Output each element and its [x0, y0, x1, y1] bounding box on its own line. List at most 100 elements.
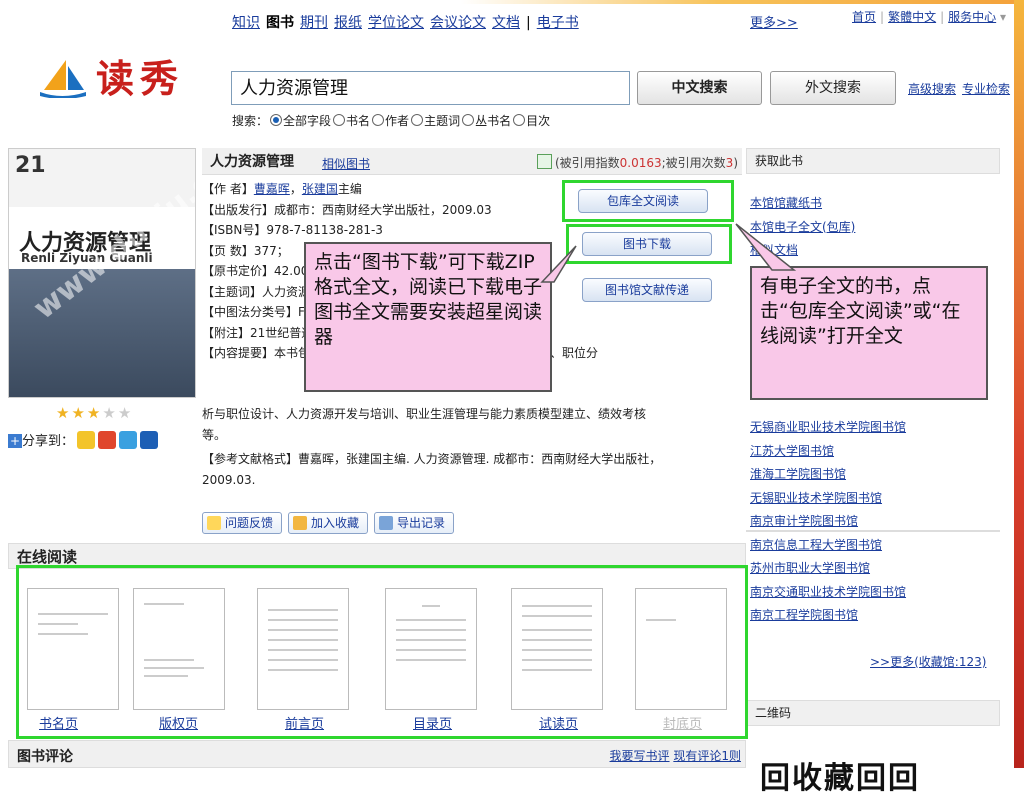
library-link[interactable]: 江苏大学图书馆: [750, 444, 834, 458]
logo-text: 读秀: [96, 56, 185, 101]
nav-journals[interactable]: 期刊: [300, 15, 328, 31]
nav-theses[interactable]: 学位论文: [368, 15, 424, 31]
pengyou-icon[interactable]: [119, 431, 138, 449]
chinese-search-button[interactable]: 中文搜索: [637, 71, 762, 105]
cover-band: [9, 269, 195, 397]
share-label: 分享到：: [22, 434, 75, 449]
qzone-icon[interactable]: [77, 431, 96, 449]
more-libraries-link[interactable]: >>更多(收藏馆:123): [870, 653, 986, 670]
library-link[interactable]: 苏州市职业大学图书馆: [750, 561, 870, 575]
plus-icon[interactable]: +: [8, 434, 22, 448]
page-thumbnail[interactable]: [27, 588, 119, 710]
library-link[interactable]: 南京工程学院图书馆: [750, 608, 858, 622]
citation-info: (被引用指数0.0163;被引用次数3): [536, 153, 738, 174]
library-link[interactable]: 淮海工学院图书馆: [750, 467, 846, 481]
scope-label: 搜索：: [232, 114, 269, 128]
page-label-trial[interactable]: 试读页: [539, 713, 578, 732]
advanced-search-link[interactable]: 高级搜索: [908, 82, 956, 96]
cite-mid: ;被引用次数: [661, 156, 726, 170]
professional-search-link[interactable]: 专业检索: [962, 82, 1010, 96]
book-actions: 问题反馈 加入收藏 导出记录: [202, 512, 460, 534]
pencil-icon: [207, 516, 221, 530]
cite-suffix: ): [733, 156, 738, 170]
reference-line-1: 【参考文献格式】曹嘉晖，张建国主编. 人力资源管理. 成都市：西南财经大学出版社…: [202, 452, 662, 466]
traditional-chinese-link[interactable]: 繁體中文: [888, 10, 936, 24]
star-empty-icon: ★: [102, 404, 118, 422]
callout-arrow-icon: [540, 245, 577, 283]
service-center-link[interactable]: 服务中心: [948, 10, 996, 24]
home-link[interactable]: 首页: [852, 10, 876, 24]
feedback-button[interactable]: 问题反馈: [202, 512, 283, 534]
get-book-header: 获取此书: [746, 148, 1000, 174]
foreign-search-button[interactable]: 外文搜索: [770, 71, 896, 105]
radio-label: 目次: [526, 114, 551, 128]
page-label-copyright[interactable]: 版权页: [159, 713, 198, 732]
read-full-button[interactable]: 包库全文阅读: [578, 189, 708, 213]
paper-holdings-link[interactable]: 本馆馆藏纸书: [750, 196, 822, 210]
radio-contents[interactable]: [513, 114, 526, 126]
copy-icon[interactable]: [536, 154, 552, 169]
author-link[interactable]: 曹嘉晖: [254, 182, 290, 196]
share-bar: + 分享到：: [8, 430, 159, 449]
summary-continued: 析与职位设计、人力资源开发与培训、职业生涯管理与能力素质模型建立、绩效考核 等。…: [202, 404, 661, 490]
qr-code-text: 回收藏回回: [760, 761, 920, 796]
nav-newspapers[interactable]: 报纸: [334, 15, 362, 31]
star-icon: ★: [56, 404, 72, 422]
radio-label: 书名: [346, 114, 371, 128]
favorite-button[interactable]: 加入收藏: [288, 512, 369, 534]
radio-author[interactable]: [372, 114, 385, 126]
sail-logo-icon: [40, 60, 86, 98]
right-gradient-strip: [1014, 0, 1024, 768]
nav-knowledge[interactable]: 知识: [232, 15, 260, 31]
nav-more[interactable]: 更多>>: [750, 12, 798, 31]
similar-books-link[interactable]: 相似图书: [322, 154, 370, 175]
page-thumbnail[interactable]: [257, 588, 349, 710]
nav-ebooks[interactable]: 电子书: [537, 15, 579, 31]
rating-stars: ★★★★★: [56, 404, 133, 422]
page-label-back[interactable]: 封底页: [663, 713, 702, 732]
library-link[interactable]: 南京交通职业技术学院图书馆: [750, 585, 906, 599]
download-callout: 点击“图书下载”可下载ZIP格式全文，阅读已下载电子图书全文需要安装超星阅读器: [304, 242, 552, 392]
author-suffix: 主编: [337, 182, 362, 196]
author-label: 【作 者】: [202, 182, 254, 196]
summary-line-2: 析与职位设计、人力资源开发与培训、职业生涯管理与能力素质模型建立、绩效考核: [202, 407, 647, 421]
author-link[interactable]: 张建国: [302, 182, 338, 196]
page-thumbnail[interactable]: [511, 588, 603, 710]
document-delivery-button[interactable]: 图书馆文献传递: [582, 278, 712, 302]
weibo-icon[interactable]: [98, 431, 117, 449]
radio-subject[interactable]: [411, 114, 424, 126]
write-review-link[interactable]: 我要写书评: [610, 749, 670, 763]
page-thumbnail[interactable]: [635, 588, 727, 710]
top-links: 首页 | 繁體中文 | 服务中心 ▾: [852, 10, 1006, 24]
page-label-contents[interactable]: 目录页: [413, 713, 452, 732]
library-link[interactable]: 南京信息工程大学图书馆: [750, 538, 882, 552]
library-list: 无锡商业职业技术学院图书馆 江苏大学图书馆 淮海工学院图书馆 无锡职业技术学院图…: [750, 416, 906, 628]
advanced-links: 高级搜索 专业检索: [908, 80, 1016, 97]
star-icon: ★: [86, 404, 103, 422]
search-input[interactable]: 人力资源管理: [231, 71, 630, 105]
summary-line-3: 等。: [202, 427, 227, 442]
nav-documents[interactable]: 文档: [492, 15, 520, 31]
radio-all-fields[interactable]: [270, 114, 283, 126]
existing-reviews-link[interactable]: 现有评论1则: [673, 749, 741, 763]
top-gradient-strip: [0, 0, 1024, 4]
library-link[interactable]: 无锡职业技术学院图书馆: [750, 491, 882, 505]
page-thumbnail[interactable]: [385, 588, 477, 710]
radio-label: 作者: [385, 114, 410, 128]
nav-conference[interactable]: 会议论文: [430, 15, 486, 31]
page-label-preface[interactable]: 前言页: [285, 713, 324, 732]
page-label-title[interactable]: 书名页: [39, 713, 78, 732]
duxiu-logo[interactable]: 读秀: [40, 46, 190, 106]
star-empty-icon: ★: [117, 404, 134, 422]
category-nav: 知识 图书 期刊 报纸 学位论文 会议论文 文档 | 电子书: [232, 12, 585, 32]
renren-icon[interactable]: [140, 431, 159, 449]
page-thumbnail[interactable]: [133, 588, 225, 710]
library-link[interactable]: 南京审计学院图书馆: [750, 514, 858, 528]
download-button[interactable]: 图书下载: [582, 232, 712, 256]
export-button[interactable]: 导出记录: [374, 512, 455, 534]
book-cover[interactable]: 21 人力资源管理 Renli Ziyuan Guanli www.duxiu.…: [8, 148, 196, 398]
radio-title[interactable]: [333, 114, 346, 126]
library-link[interactable]: 无锡商业职业技术学院图书馆: [750, 420, 906, 434]
radio-series[interactable]: [462, 114, 475, 126]
nav-books[interactable]: 图书: [266, 15, 294, 31]
